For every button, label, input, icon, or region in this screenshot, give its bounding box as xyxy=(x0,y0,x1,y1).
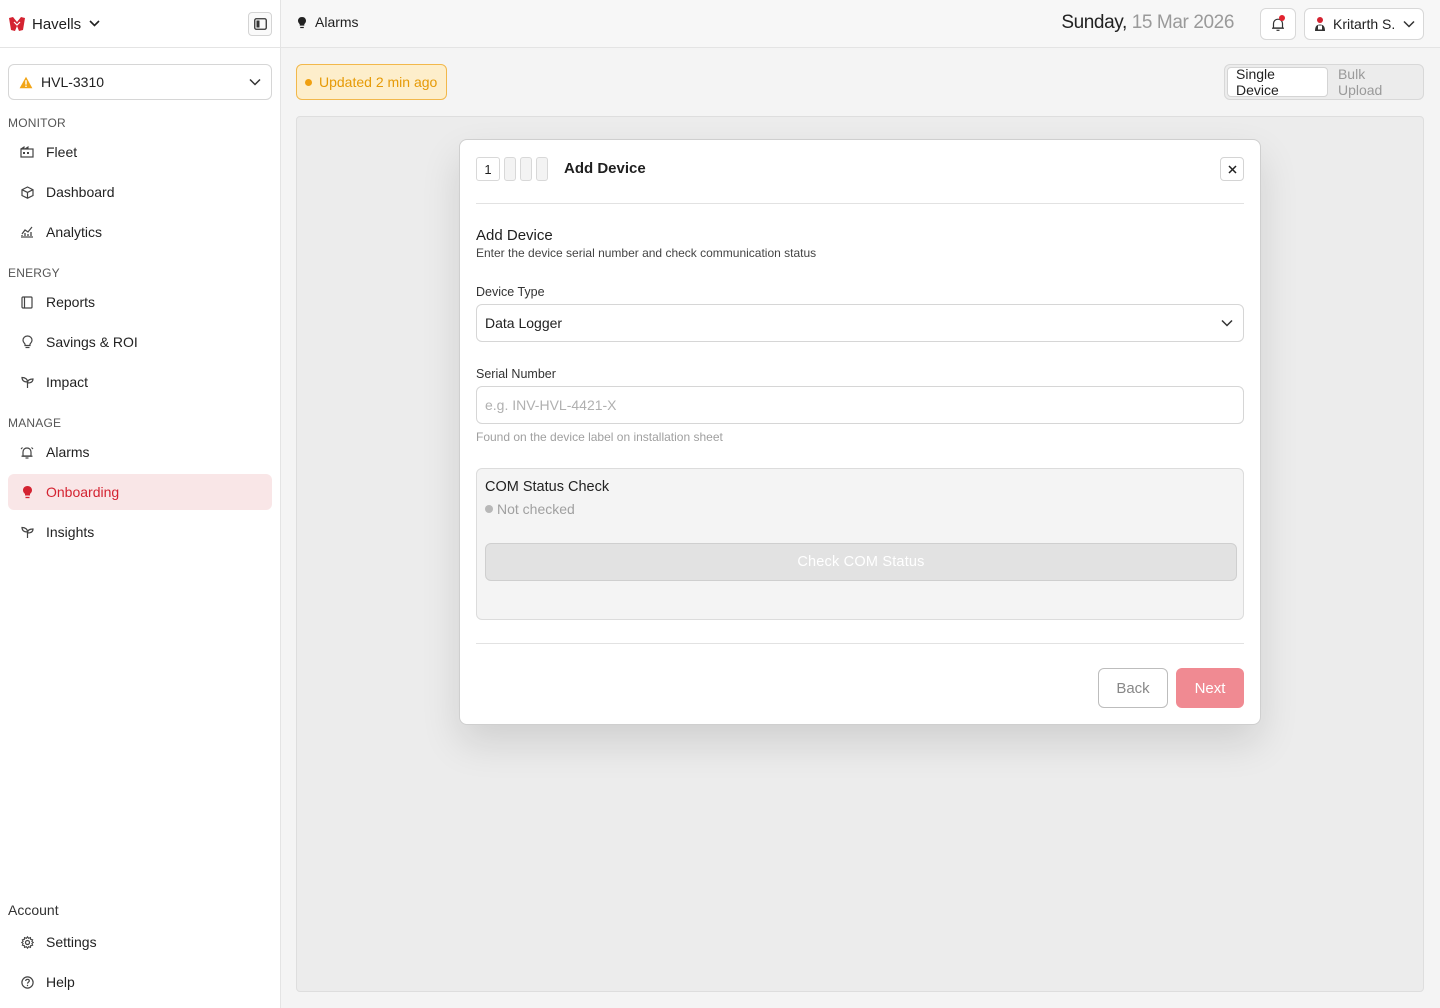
section-label-monitor: MONITOR xyxy=(8,116,66,130)
warning-icon xyxy=(19,76,33,88)
com-status-indicator: Not checked xyxy=(485,501,575,517)
breadcrumb: Alarms xyxy=(297,14,359,30)
chevron-down-icon xyxy=(1403,20,1415,28)
next-button[interactable]: Next xyxy=(1176,668,1244,708)
chart-icon xyxy=(20,225,34,239)
sidebar-item-label: Help xyxy=(46,974,75,990)
sidebar-item-reports[interactable]: Reports xyxy=(8,284,272,320)
sidebar-item-alarms[interactable]: Alarms xyxy=(8,434,272,470)
serial-number-input[interactable] xyxy=(476,386,1244,424)
divider xyxy=(476,643,1244,644)
sidebar-item-dashboard[interactable]: Dashboard xyxy=(8,174,272,210)
sidebar-item-help[interactable]: Help xyxy=(8,964,272,1000)
book-icon xyxy=(20,295,34,309)
sidebar-item-onboarding[interactable]: Onboarding xyxy=(8,474,272,510)
sidebar-item-label: Savings & ROI xyxy=(46,334,138,350)
bulb-icon xyxy=(20,485,34,499)
divider xyxy=(476,203,1244,204)
chevron-down-icon xyxy=(89,19,100,30)
tab-single-device[interactable]: Single Device xyxy=(1227,66,1328,98)
sidebar-item-label: Analytics xyxy=(46,224,103,240)
user-name: Kritarth S. xyxy=(1333,16,1396,32)
sidebar-item-label: Onboarding xyxy=(46,484,120,500)
serial-number-label: Serial Number xyxy=(476,367,556,381)
step-2 xyxy=(504,157,516,181)
chevron-down-icon xyxy=(249,78,261,86)
close-icon xyxy=(1227,164,1237,174)
add-device-modal: 1 Add Device Add Device Enter the device… xyxy=(459,139,1261,725)
step-4 xyxy=(536,157,548,181)
back-button[interactable]: Back xyxy=(1098,668,1168,708)
sidebar-item-impact[interactable]: Impact xyxy=(8,364,272,400)
chevron-down-icon xyxy=(1221,319,1233,327)
date-day: Sunday, xyxy=(1061,12,1127,33)
sidebar-item-label: Settings xyxy=(46,934,97,950)
status-dot xyxy=(305,78,312,86)
section-label-account: Account xyxy=(8,902,59,918)
sidebar-item-label: Reports xyxy=(46,294,96,310)
sprout-icon xyxy=(20,525,34,539)
step-1: 1 xyxy=(476,157,500,181)
bulb-icon xyxy=(298,16,306,28)
com-status-title: COM Status Check xyxy=(485,479,610,495)
date-rest: 15 Mar 2026 xyxy=(1131,12,1235,33)
com-status-card: COM Status Check Not checked Check COM S… xyxy=(476,468,1244,620)
device-type-label: Device Type xyxy=(476,285,545,299)
form-title: Add Device xyxy=(476,227,553,244)
sidebar-item-label: Alarms xyxy=(46,444,90,460)
brand-name: Havells xyxy=(32,15,82,33)
bulb-icon xyxy=(20,335,34,349)
sidebar-toggle-icon xyxy=(253,18,267,30)
user-menu[interactable]: Kritarth S. xyxy=(1304,8,1424,40)
device-type-select[interactable]: Data Logger xyxy=(476,304,1244,342)
modal-title: Add Device xyxy=(564,160,646,177)
cube-icon xyxy=(20,185,34,199)
site-name: HVL-3310 xyxy=(41,74,105,90)
sidebar-item-analytics[interactable]: Analytics xyxy=(8,214,272,250)
notifications-button[interactable] xyxy=(1260,8,1296,40)
step-3 xyxy=(520,157,532,181)
serial-number-hint: Found on the device label on installatio… xyxy=(476,430,723,444)
sidebar-divider xyxy=(0,47,281,48)
sidebar-item-fleet[interactable]: Fleet xyxy=(8,134,272,170)
topbar: Alarms Sunday, 15 Mar 2026 Kritarth S. xyxy=(281,0,1440,48)
sidebar-item-settings[interactable]: Settings xyxy=(8,924,272,960)
section-label-manage: MANAGE xyxy=(8,416,62,430)
gear-icon xyxy=(20,935,34,949)
sprout-icon xyxy=(20,375,34,389)
check-com-status-button[interactable]: Check COM Status xyxy=(485,543,1237,581)
notification-dot xyxy=(1279,15,1285,21)
form-subtitle: Enter the device serial number and check… xyxy=(476,246,817,260)
alarm-icon xyxy=(20,445,34,459)
step-indicator: 1 xyxy=(476,157,548,181)
updated-status-badge: Updated 2 min ago xyxy=(296,64,447,100)
com-status-text: Not checked xyxy=(497,501,575,517)
building-icon xyxy=(20,145,34,159)
help-icon xyxy=(20,975,34,989)
sidebar-item-insights[interactable]: Insights xyxy=(8,514,272,550)
status-dot xyxy=(485,505,493,513)
sidebar-item-label: Insights xyxy=(46,524,95,540)
updated-text: Updated 2 min ago xyxy=(319,74,438,90)
collapse-sidebar-button[interactable] xyxy=(248,12,272,36)
sidebar-item-label: Dashboard xyxy=(46,184,115,200)
device-type-value: Data Logger xyxy=(485,315,563,331)
sidebar-item-label: Impact xyxy=(46,374,89,390)
havells-logo-icon xyxy=(8,15,26,33)
breadcrumb-current: Alarms xyxy=(315,14,359,30)
upload-mode-toggle: Single Device Bulk Upload xyxy=(1224,64,1424,100)
sidebar: Havells HVL-3310 MONITOR Fleet Dashboard… xyxy=(0,0,281,1008)
tab-bulk-upload[interactable]: Bulk Upload xyxy=(1330,66,1421,98)
close-button[interactable] xyxy=(1220,157,1244,181)
section-label-energy: ENERGY xyxy=(8,266,60,280)
site-selector[interactable]: HVL-3310 xyxy=(8,64,272,100)
current-date: Sunday, 15 Mar 2026 xyxy=(1061,12,1234,34)
avatar xyxy=(1315,17,1325,31)
sidebar-item-label: Fleet xyxy=(46,144,78,160)
brand-switcher[interactable]: Havells xyxy=(8,12,100,36)
sidebar-item-savings-roi[interactable]: Savings & ROI xyxy=(8,324,272,360)
